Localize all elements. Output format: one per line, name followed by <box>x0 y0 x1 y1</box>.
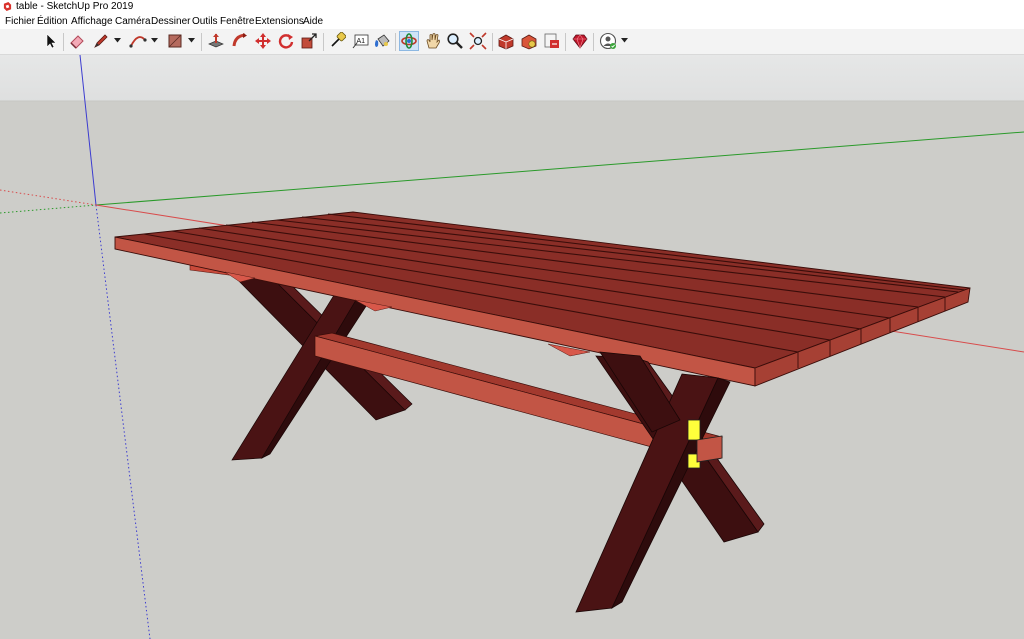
menu-affichage[interactable]: Affichage <box>71 15 113 28</box>
push-pull-tool-button[interactable] <box>206 31 226 51</box>
tape-measure-tool-button[interactable] <box>327 31 347 51</box>
hand-icon <box>426 33 440 49</box>
menu-camera[interactable]: Caméra <box>115 15 151 28</box>
scale-icon <box>301 33 317 49</box>
zoom-tool-button[interactable] <box>445 31 465 51</box>
ruby-icon <box>572 34 588 49</box>
peg-end <box>696 435 723 463</box>
layout-icon <box>544 33 559 48</box>
rectangle-tool-dropdown[interactable] <box>187 35 195 45</box>
toolbar-separator <box>63 33 64 51</box>
menu-fenetre[interactable]: Fenêtre <box>220 15 254 28</box>
text-icon: A1 <box>352 34 369 49</box>
menu-extensions[interactable]: Extensions <box>255 15 304 28</box>
peg-top <box>687 419 701 441</box>
toolbar-separator <box>492 33 493 51</box>
menu-bar: Fichier Édition Affichage Caméra Dessine… <box>0 14 1024 29</box>
arc-icon <box>129 36 147 48</box>
window-title: table - SketchUp Pro 2019 <box>16 1 134 12</box>
toolbar: A1 <box>0 29 1024 55</box>
zoom-extents-tool-button[interactable] <box>468 31 488 51</box>
user-account-icon <box>599 32 617 50</box>
extension-warehouse-button[interactable] <box>519 31 539 51</box>
text-tool-glyph: A1 <box>357 38 366 45</box>
sketchup-logo-icon <box>3 2 12 11</box>
caret-down-icon <box>150 37 158 42</box>
paint-bucket-icon <box>375 34 390 47</box>
arrow-cursor-icon <box>46 33 57 49</box>
zoom-extents-icon <box>469 32 487 50</box>
follow-me-tool-button[interactable] <box>230 31 250 51</box>
rotate-tool-button[interactable] <box>276 31 296 51</box>
eraser-icon <box>70 35 84 49</box>
extension-warehouse-icon <box>521 34 537 50</box>
follow-me-icon <box>232 33 247 47</box>
caret-down-icon <box>187 37 195 42</box>
rectangle-icon <box>168 34 182 48</box>
scene-canvas[interactable] <box>0 55 1024 639</box>
orbit-tool-button[interactable] <box>399 31 419 51</box>
orbit-icon <box>401 33 417 49</box>
line-tool-dropdown[interactable] <box>113 35 121 45</box>
pan-tool-button[interactable] <box>423 31 443 51</box>
eraser-tool-button[interactable] <box>67 31 87 51</box>
account-button[interactable] <box>598 31 618 51</box>
toolbar-separator <box>593 33 594 51</box>
menu-edition[interactable]: Édition <box>37 15 68 28</box>
arc-tool-dropdown[interactable] <box>150 35 158 45</box>
toolbar-separator <box>201 33 202 51</box>
warehouse-icon <box>498 34 514 50</box>
ground <box>0 101 1024 639</box>
scale-tool-button[interactable] <box>299 31 319 51</box>
sky <box>0 55 1024 102</box>
menu-outils[interactable]: Outils <box>192 15 218 28</box>
tape-measure-icon <box>331 32 346 47</box>
caret-down-icon <box>113 37 121 42</box>
account-dropdown[interactable] <box>620 35 628 45</box>
pencil-icon <box>94 34 108 48</box>
rectangle-tool-button[interactable] <box>165 31 185 51</box>
caret-down-icon <box>620 37 628 42</box>
menu-fichier[interactable]: Fichier <box>5 15 35 28</box>
toolbar-separator <box>395 33 396 51</box>
toolbar-separator <box>323 33 324 51</box>
text-tool-button[interactable]: A1 <box>350 31 370 51</box>
menu-dessiner[interactable]: Dessiner <box>151 15 190 28</box>
move-tool-button[interactable] <box>253 31 273 51</box>
model-viewport[interactable] <box>0 55 1024 639</box>
select-tool-button[interactable] <box>40 31 60 51</box>
ruby-console-button[interactable] <box>570 31 590 51</box>
magnifier-icon <box>447 33 463 49</box>
arc-tool-button[interactable] <box>128 31 148 51</box>
menu-aide[interactable]: Aide <box>303 15 323 28</box>
title-bar: table - SketchUp Pro 2019 <box>0 0 1024 14</box>
paint-bucket-tool-button[interactable] <box>372 31 392 51</box>
toolbar-separator <box>565 33 566 51</box>
rotate-icon <box>278 34 294 49</box>
line-tool-button[interactable] <box>91 31 111 51</box>
send-to-layout-button[interactable] <box>542 31 562 51</box>
push-pull-icon <box>208 33 224 48</box>
move-icon <box>255 33 271 49</box>
3d-warehouse-button[interactable] <box>496 31 516 51</box>
